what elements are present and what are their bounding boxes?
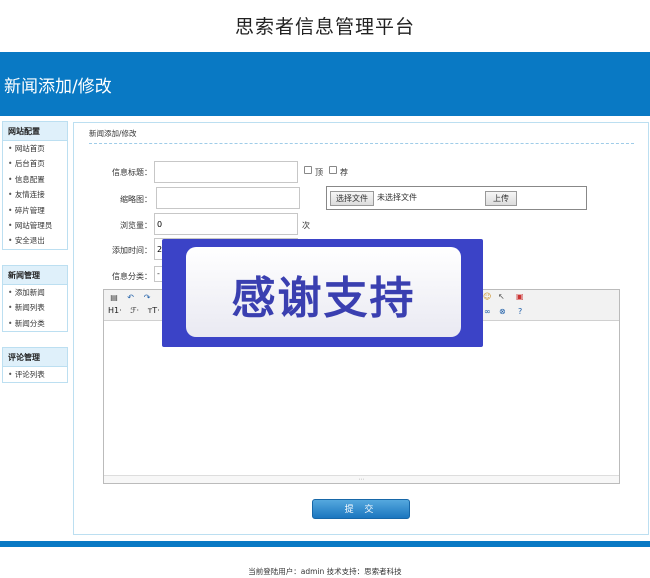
sidebar-item-news-list[interactable]: 新闻列表 [3, 300, 67, 315]
views-label: 浏览量： [120, 221, 152, 230]
editor-resize-handle[interactable]: ⋯ [104, 475, 619, 483]
title-label: 信息标题： [112, 168, 152, 177]
menu-head-site-config: 网站配置 [3, 122, 67, 141]
file-upload-box: 选择文件 未选择文件 上传 [326, 186, 587, 210]
top-label: 顶 [315, 168, 323, 177]
font-size-dropdown[interactable]: тT· [148, 306, 160, 315]
site-title: 思索者信息管理平台 [234, 16, 415, 38]
preview-icon[interactable]: ▣ [516, 292, 524, 301]
divider [89, 143, 634, 144]
menu-group-comments: 评论管理 评论列表 [2, 346, 68, 384]
category-label: 信息分类： [112, 272, 152, 281]
sidebar-item-friend-links[interactable]: 友情连接 [3, 187, 67, 202]
sidebar-item-info-config[interactable]: 信息配置 [3, 172, 67, 187]
cursor-icon[interactable]: ↖ [498, 292, 505, 301]
views-input[interactable] [154, 213, 298, 235]
menu-head-comments: 评论管理 [3, 347, 67, 367]
menu-group-news: 新闻管理 添加新闻 新闻列表 新闻分类 [2, 264, 68, 332]
sidebar-item-add-news[interactable]: 添加新闻 [3, 285, 67, 300]
sidebar-item-site-admins[interactable]: 网站管理员 [3, 218, 67, 233]
link-icon[interactable]: ∞ [484, 307, 491, 316]
views-unit: 次 [302, 221, 310, 230]
banner-title: 新闻添加/修改 [4, 77, 112, 97]
menu-group-site-config: 网站配置 网站首页 后台首页 信息配置 友情连接 碎片管理 网站管理员 安全退出 [2, 121, 68, 250]
recommend-checkbox[interactable] [329, 166, 337, 174]
sidebar-item-site-home[interactable]: 网站首页 [3, 141, 67, 156]
menu-head-news: 新闻管理 [3, 265, 67, 285]
sidebar: 网站配置 网站首页 后台首页 信息配置 友情连接 碎片管理 网站管理员 安全退出… [2, 121, 68, 398]
heading-dropdown[interactable]: H1· [108, 306, 122, 315]
thanks-overlay-card: 感谢支持 [186, 247, 461, 337]
toolbar-row-1: ▤ ↶ ↷ [108, 292, 155, 305]
top-checkbox[interactable] [304, 166, 312, 174]
recommend-label: 荐 [340, 168, 348, 177]
banner: 新闻添加/修改 [0, 52, 650, 116]
unlink-icon[interactable]: ⊗ [499, 307, 506, 316]
redo-icon[interactable]: ↷ [141, 292, 153, 304]
sidebar-item-comment-list[interactable]: 评论列表 [3, 367, 67, 382]
file-status: 未选择文件 [377, 193, 417, 202]
toolbar-row-2: H1· ℱ· тT· [108, 306, 166, 319]
footer-text: 当前登陆用户：admin 技术支持：思索者科技 [248, 567, 402, 576]
upload-button[interactable]: 上传 [485, 191, 517, 206]
breadcrumb: 新闻添加/修改 [89, 129, 137, 138]
sidebar-item-logout[interactable]: 安全退出 [3, 233, 67, 248]
sidebar-item-admin-home[interactable]: 后台首页 [3, 156, 67, 171]
source-icon[interactable]: ▤ [108, 292, 120, 304]
thumb-input[interactable] [156, 187, 300, 209]
footer-bar [0, 541, 650, 547]
time-label: 添加时间： [112, 246, 152, 255]
submit-button[interactable]: 提 交 [312, 499, 410, 519]
thanks-text: 感谢支持 [231, 273, 416, 324]
thanks-overlay: 感谢支持 [162, 239, 483, 347]
title-input[interactable] [154, 161, 298, 183]
thumb-label: 缩略图： [120, 195, 152, 204]
font-family-dropdown[interactable]: ℱ· [130, 306, 139, 315]
choose-file-button[interactable]: 选择文件 [330, 191, 374, 206]
undo-icon[interactable]: ↶ [125, 292, 137, 304]
sidebar-item-news-category[interactable]: 新闻分类 [3, 316, 67, 331]
emotion-icon[interactable]: ☺ [483, 292, 491, 301]
help-icon[interactable]: ? [518, 307, 522, 316]
sidebar-item-fragments[interactable]: 碎片管理 [3, 203, 67, 218]
